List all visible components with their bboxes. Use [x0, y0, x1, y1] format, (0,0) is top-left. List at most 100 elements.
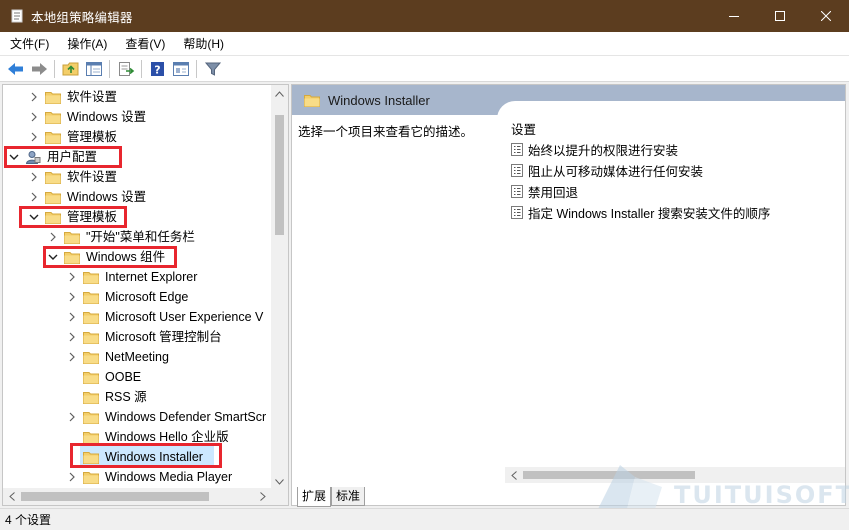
scroll-thumb[interactable] — [21, 492, 209, 501]
tree-item-label: Windows Media Player — [105, 470, 233, 484]
chevron-right-icon[interactable] — [65, 270, 79, 284]
chevron-right-icon[interactable] — [27, 90, 41, 104]
description-text: 选择一个项目来查看它的描述。 — [298, 125, 474, 139]
policy-editor-icon — [11, 9, 23, 23]
tree-item[interactable]: Windows Hello 企业版 — [83, 427, 229, 447]
up-one-level-button[interactable] — [59, 58, 82, 80]
menu-action[interactable]: 操作(A) — [59, 34, 115, 54]
properties-button[interactable] — [169, 58, 192, 80]
tree-item-label: 管理模板 — [67, 210, 118, 224]
show-hide-tree-button[interactable] — [82, 58, 105, 80]
chevron-right-icon[interactable] — [65, 350, 79, 364]
tree-item[interactable]: Internet Explorer — [65, 267, 197, 287]
folder-icon — [83, 471, 99, 484]
tree-item[interactable]: Microsoft 管理控制台 — [65, 327, 222, 347]
back-arrow-icon — [7, 62, 23, 75]
folder-icon — [83, 451, 99, 464]
chevron-right-icon[interactable] — [27, 110, 41, 124]
status-bar: 4 个设置 — [0, 508, 849, 530]
help-button[interactable]: ? — [146, 58, 169, 80]
minimize-icon — [729, 16, 739, 17]
tree-horizontal-scrollbar[interactable] — [3, 488, 288, 505]
tree-item[interactable]: 软件设置 — [27, 167, 117, 187]
menu-view[interactable]: 查看(V) — [117, 34, 173, 54]
chevron-right-icon[interactable] — [65, 330, 79, 344]
folder-icon — [83, 291, 99, 304]
tree-item[interactable]: Microsoft User Experience V — [65, 307, 263, 327]
tree-item[interactable]: Windows Defender SmartScr — [65, 407, 266, 427]
chevron-right-icon[interactable] — [65, 470, 79, 484]
policy-tree[interactable]: 软件设置 Windows 设置 管理模板 用户配置 软件设置 Windows 设… — [2, 84, 289, 506]
tree-item[interactable]: RSS 源 — [83, 387, 147, 407]
tree-item-label: Internet Explorer — [105, 270, 198, 284]
minimize-button[interactable] — [711, 0, 757, 32]
setting-label: 指定 Windows Installer 搜索安装文件的顺序 — [528, 206, 771, 221]
chevron-right-icon[interactable] — [65, 290, 79, 304]
user-config-icon — [25, 151, 41, 164]
folder-icon — [83, 311, 99, 324]
chevron-down-icon[interactable] — [46, 250, 60, 264]
chevron-right-icon[interactable] — [46, 230, 60, 244]
close-button[interactable] — [803, 0, 849, 32]
chevron-right-icon[interactable] — [27, 130, 41, 144]
tab-standard[interactable]: 标准 — [331, 487, 366, 506]
menu-help[interactable]: 帮助(H) — [175, 34, 232, 54]
tree-item-label: Microsoft User Experience V — [105, 310, 264, 324]
tree-item[interactable]: Windows 设置 — [27, 187, 146, 207]
tree-item[interactable]: 软件设置 — [27, 87, 117, 107]
tab-extended[interactable]: 扩展 — [297, 487, 332, 507]
scroll-up-arrow[interactable] — [271, 85, 288, 102]
details-title: Windows Installer — [328, 92, 430, 108]
chevron-right-icon[interactable] — [65, 410, 79, 424]
filter-icon — [204, 62, 221, 76]
forward-arrow-icon — [31, 62, 47, 75]
setting-item[interactable]: 始终以提升的权限进行安装 — [511, 139, 678, 159]
tree-item[interactable]: Windows Media Player — [65, 467, 232, 487]
scroll-left-arrow[interactable] — [505, 467, 522, 483]
tree-item-label: OOBE — [105, 370, 142, 384]
back-button[interactable] — [4, 58, 27, 80]
forward-button[interactable] — [27, 58, 50, 80]
filter-button[interactable] — [201, 58, 224, 80]
folder-icon — [83, 271, 99, 284]
scroll-right-arrow[interactable] — [254, 488, 271, 505]
setting-item[interactable]: 阻止从可移动媒体进行任何安装 — [511, 160, 703, 180]
tree-item[interactable]: OOBE — [83, 367, 141, 387]
folder-icon — [304, 94, 320, 107]
setting-item[interactable]: 指定 Windows Installer 搜索安装文件的顺序 — [511, 202, 770, 222]
folder-icon — [45, 91, 61, 104]
folder-icon — [64, 231, 80, 244]
scroll-thumb[interactable] — [275, 115, 284, 235]
chevron-down-icon[interactable] — [27, 210, 41, 224]
policy-setting-icon — [511, 142, 523, 156]
tree-item[interactable]: 管理模板 — [27, 207, 117, 227]
maximize-button[interactable] — [757, 0, 803, 32]
chevron-down-icon[interactable] — [7, 150, 21, 164]
tree-item[interactable]: 管理模板 — [27, 127, 117, 147]
tree-item[interactable]: "开始"菜单和任务栏 — [46, 227, 195, 247]
tree-item[interactable]: Windows 设置 — [27, 107, 146, 127]
setting-item[interactable]: 禁用回退 — [511, 181, 578, 201]
scroll-left-arrow[interactable] — [3, 488, 20, 505]
export-list-button[interactable] — [114, 58, 137, 80]
chevron-right-icon[interactable] — [65, 310, 79, 324]
tree-item-label: "开始"菜单和任务栏 — [86, 230, 195, 244]
tree-item[interactable]: Windows 组件 — [46, 247, 165, 267]
tree-item[interactable]: NetMeeting — [65, 347, 169, 367]
folder-icon — [83, 411, 99, 424]
tree-item-selected[interactable]: Windows Installer — [83, 447, 203, 467]
tree-vertical-scrollbar[interactable] — [271, 85, 288, 490]
menu-file[interactable]: 文件(F) — [2, 34, 57, 54]
tree-item-label: Windows Defender SmartScr — [105, 410, 267, 424]
window-title: 本地组策略编辑器 — [31, 10, 133, 25]
settings-column-header[interactable]: 设置 — [511, 119, 536, 138]
folder-icon — [83, 431, 99, 444]
chevron-right-icon[interactable] — [27, 170, 41, 184]
tree-item[interactable]: Microsoft Edge — [65, 287, 188, 307]
tree-item[interactable]: 用户配置 — [7, 147, 97, 167]
folder-icon — [45, 171, 61, 184]
tree-item-label: Microsoft Edge — [105, 290, 189, 304]
toolbar-separator — [54, 59, 55, 78]
folder-icon — [83, 351, 99, 364]
chevron-right-icon[interactable] — [27, 190, 41, 204]
